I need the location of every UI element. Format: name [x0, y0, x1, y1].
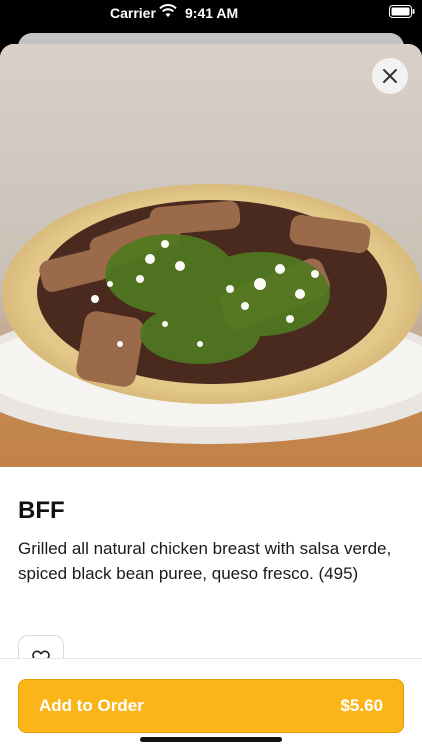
wifi-icon: [159, 4, 177, 18]
add-to-order-label: Add to Order: [39, 696, 144, 715]
add-to-order-button[interactable]: Add to Order $5.60: [18, 679, 404, 733]
status-bar: Carrier 9:41 AM: [0, 0, 422, 26]
close-icon: [383, 69, 397, 83]
price-label: $5.60: [340, 696, 383, 715]
close-button[interactable]: [372, 58, 408, 94]
taco-photo: [0, 44, 422, 467]
item-description: Grilled all natural chicken breast with …: [18, 539, 392, 583]
carrier-label: Carrier: [110, 5, 156, 21]
item-detail-sheet: BFF Grilled all natural chicken breast w…: [0, 44, 422, 750]
status-time: 9:41 AM: [185, 5, 239, 21]
battery-full-icon: [389, 5, 415, 18]
home-indicator[interactable]: [140, 737, 282, 742]
item-title: BFF: [18, 497, 65, 524]
